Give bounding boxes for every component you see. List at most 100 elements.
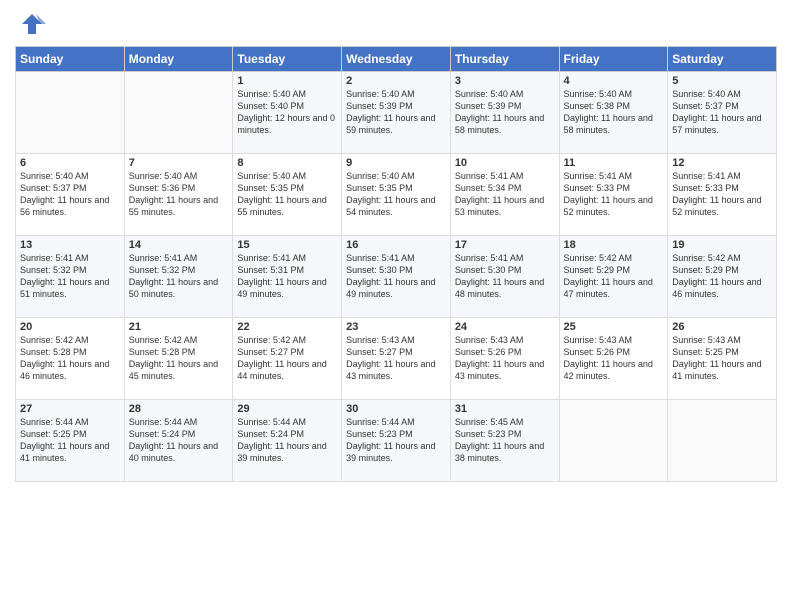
- sunset-text: Sunset: 5:23 PM: [455, 428, 555, 440]
- cell-content: Sunrise: 5:41 AMSunset: 5:32 PMDaylight:…: [20, 252, 120, 301]
- sunrise-text: Sunrise: 5:42 AM: [672, 252, 772, 264]
- cell-content: Sunrise: 5:43 AMSunset: 5:27 PMDaylight:…: [346, 334, 446, 383]
- calendar-cell: 11Sunrise: 5:41 AMSunset: 5:33 PMDayligh…: [559, 154, 668, 236]
- day-number: 23: [346, 321, 446, 333]
- daylight-text: Daylight: 11 hours and 43 minutes.: [455, 358, 555, 382]
- cell-content: Sunrise: 5:41 AMSunset: 5:30 PMDaylight:…: [455, 252, 555, 301]
- daylight-text: Daylight: 11 hours and 59 minutes.: [346, 112, 446, 136]
- day-number: 29: [237, 403, 337, 415]
- sunset-text: Sunset: 5:25 PM: [20, 428, 120, 440]
- cell-content: Sunrise: 5:41 AMSunset: 5:31 PMDaylight:…: [237, 252, 337, 301]
- sunrise-text: Sunrise: 5:43 AM: [564, 334, 664, 346]
- day-number: 4: [564, 75, 664, 87]
- day-number: 21: [129, 321, 229, 333]
- daylight-text: Daylight: 11 hours and 45 minutes.: [129, 358, 229, 382]
- cell-content: Sunrise: 5:44 AMSunset: 5:23 PMDaylight:…: [346, 416, 446, 465]
- sunrise-text: Sunrise: 5:41 AM: [564, 170, 664, 182]
- day-number: 12: [672, 157, 772, 169]
- calendar-cell: 15Sunrise: 5:41 AMSunset: 5:31 PMDayligh…: [233, 236, 342, 318]
- daylight-text: Daylight: 11 hours and 46 minutes.: [672, 276, 772, 300]
- week-row-4: 20Sunrise: 5:42 AMSunset: 5:28 PMDayligh…: [16, 318, 777, 400]
- daylight-text: Daylight: 11 hours and 40 minutes.: [129, 440, 229, 464]
- daylight-text: Daylight: 11 hours and 43 minutes.: [346, 358, 446, 382]
- daylight-text: Daylight: 11 hours and 58 minutes.: [564, 112, 664, 136]
- calendar-cell: 6Sunrise: 5:40 AMSunset: 5:37 PMDaylight…: [16, 154, 125, 236]
- sunset-text: Sunset: 5:35 PM: [346, 182, 446, 194]
- sunrise-text: Sunrise: 5:40 AM: [564, 88, 664, 100]
- sunset-text: Sunset: 5:32 PM: [129, 264, 229, 276]
- sunrise-text: Sunrise: 5:40 AM: [129, 170, 229, 182]
- day-number: 8: [237, 157, 337, 169]
- sunset-text: Sunset: 5:36 PM: [129, 182, 229, 194]
- day-number: 15: [237, 239, 337, 251]
- header: [15, 10, 777, 38]
- sunrise-text: Sunrise: 5:44 AM: [346, 416, 446, 428]
- calendar-cell: 23Sunrise: 5:43 AMSunset: 5:27 PMDayligh…: [342, 318, 451, 400]
- daylight-text: Daylight: 11 hours and 39 minutes.: [237, 440, 337, 464]
- day-number: 16: [346, 239, 446, 251]
- logo-icon: [18, 10, 46, 38]
- daylight-text: Daylight: 11 hours and 39 minutes.: [346, 440, 446, 464]
- sunset-text: Sunset: 5:25 PM: [672, 346, 772, 358]
- weekday-header-thursday: Thursday: [450, 47, 559, 72]
- sunrise-text: Sunrise: 5:41 AM: [237, 252, 337, 264]
- daylight-text: Daylight: 11 hours and 57 minutes.: [672, 112, 772, 136]
- sunset-text: Sunset: 5:24 PM: [237, 428, 337, 440]
- calendar-cell: 17Sunrise: 5:41 AMSunset: 5:30 PMDayligh…: [450, 236, 559, 318]
- calendar-cell: 21Sunrise: 5:42 AMSunset: 5:28 PMDayligh…: [124, 318, 233, 400]
- sunset-text: Sunset: 5:30 PM: [455, 264, 555, 276]
- sunset-text: Sunset: 5:35 PM: [237, 182, 337, 194]
- daylight-text: Daylight: 11 hours and 54 minutes.: [346, 194, 446, 218]
- cell-content: Sunrise: 5:41 AMSunset: 5:33 PMDaylight:…: [672, 170, 772, 219]
- sunrise-text: Sunrise: 5:41 AM: [346, 252, 446, 264]
- calendar-page: SundayMondayTuesdayWednesdayThursdayFrid…: [0, 0, 792, 612]
- sunset-text: Sunset: 5:29 PM: [672, 264, 772, 276]
- sunrise-text: Sunrise: 5:40 AM: [346, 170, 446, 182]
- sunrise-text: Sunrise: 5:43 AM: [455, 334, 555, 346]
- cell-content: Sunrise: 5:44 AMSunset: 5:24 PMDaylight:…: [237, 416, 337, 465]
- sunset-text: Sunset: 5:24 PM: [129, 428, 229, 440]
- daylight-text: Daylight: 11 hours and 52 minutes.: [672, 194, 772, 218]
- day-number: 9: [346, 157, 446, 169]
- calendar-cell: [124, 72, 233, 154]
- cell-content: Sunrise: 5:40 AMSunset: 5:35 PMDaylight:…: [237, 170, 337, 219]
- cell-content: Sunrise: 5:40 AMSunset: 5:40 PMDaylight:…: [237, 88, 337, 137]
- calendar-cell: 14Sunrise: 5:41 AMSunset: 5:32 PMDayligh…: [124, 236, 233, 318]
- weekday-header-friday: Friday: [559, 47, 668, 72]
- cell-content: Sunrise: 5:40 AMSunset: 5:37 PMDaylight:…: [20, 170, 120, 219]
- sunset-text: Sunset: 5:39 PM: [346, 100, 446, 112]
- day-number: 22: [237, 321, 337, 333]
- sunrise-text: Sunrise: 5:44 AM: [20, 416, 120, 428]
- day-number: 19: [672, 239, 772, 251]
- day-number: 27: [20, 403, 120, 415]
- cell-content: Sunrise: 5:40 AMSunset: 5:39 PMDaylight:…: [346, 88, 446, 137]
- calendar-cell: 31Sunrise: 5:45 AMSunset: 5:23 PMDayligh…: [450, 400, 559, 482]
- calendar-cell: [668, 400, 777, 482]
- day-number: 26: [672, 321, 772, 333]
- logo-text: [15, 10, 46, 38]
- calendar-cell: 13Sunrise: 5:41 AMSunset: 5:32 PMDayligh…: [16, 236, 125, 318]
- cell-content: Sunrise: 5:41 AMSunset: 5:30 PMDaylight:…: [346, 252, 446, 301]
- day-number: 1: [237, 75, 337, 87]
- sunrise-text: Sunrise: 5:45 AM: [455, 416, 555, 428]
- day-number: 31: [455, 403, 555, 415]
- daylight-text: Daylight: 11 hours and 52 minutes.: [564, 194, 664, 218]
- cell-content: Sunrise: 5:43 AMSunset: 5:25 PMDaylight:…: [672, 334, 772, 383]
- day-number: 14: [129, 239, 229, 251]
- calendar-cell: 12Sunrise: 5:41 AMSunset: 5:33 PMDayligh…: [668, 154, 777, 236]
- calendar-cell: 16Sunrise: 5:41 AMSunset: 5:30 PMDayligh…: [342, 236, 451, 318]
- calendar-cell: 27Sunrise: 5:44 AMSunset: 5:25 PMDayligh…: [16, 400, 125, 482]
- sunrise-text: Sunrise: 5:44 AM: [237, 416, 337, 428]
- day-number: 17: [455, 239, 555, 251]
- sunset-text: Sunset: 5:39 PM: [455, 100, 555, 112]
- cell-content: Sunrise: 5:43 AMSunset: 5:26 PMDaylight:…: [455, 334, 555, 383]
- sunset-text: Sunset: 5:38 PM: [564, 100, 664, 112]
- calendar-cell: 9Sunrise: 5:40 AMSunset: 5:35 PMDaylight…: [342, 154, 451, 236]
- sunrise-text: Sunrise: 5:41 AM: [672, 170, 772, 182]
- day-number: 11: [564, 157, 664, 169]
- sunset-text: Sunset: 5:28 PM: [20, 346, 120, 358]
- weekday-header-wednesday: Wednesday: [342, 47, 451, 72]
- cell-content: Sunrise: 5:42 AMSunset: 5:29 PMDaylight:…: [672, 252, 772, 301]
- day-number: 6: [20, 157, 120, 169]
- day-number: 3: [455, 75, 555, 87]
